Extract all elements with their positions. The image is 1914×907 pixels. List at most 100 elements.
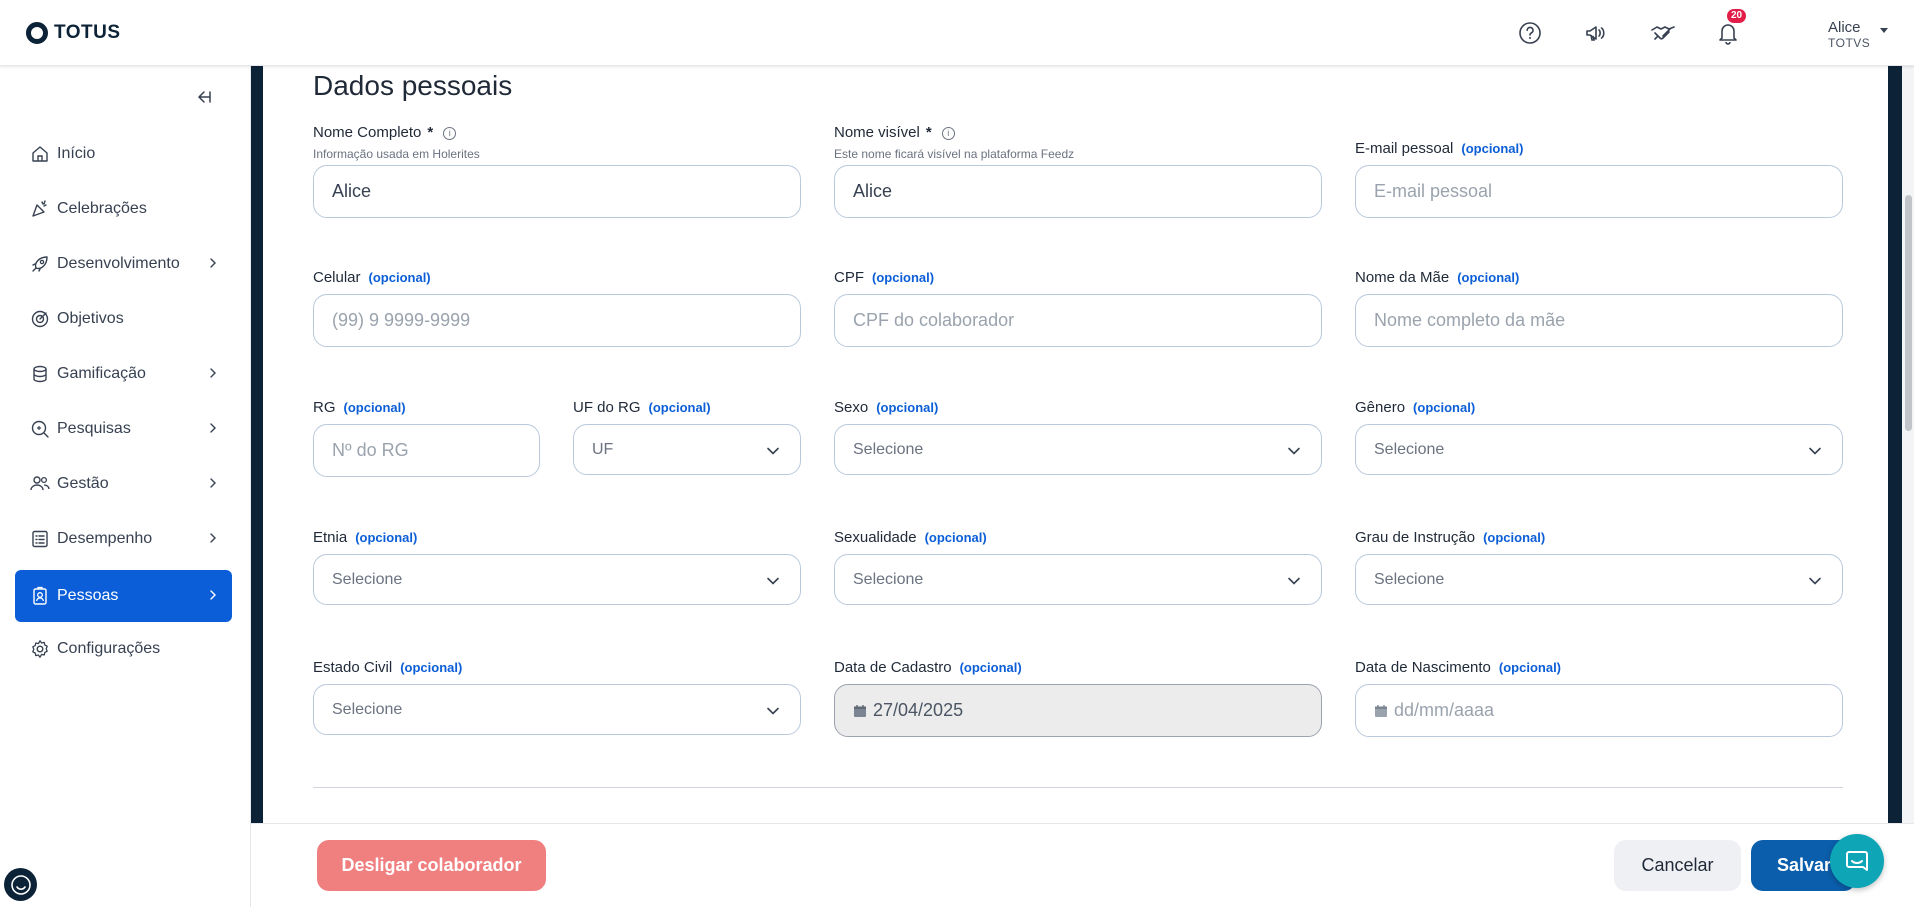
nome-mae-label: Nome da Mãe (opcional) [1355,269,1519,286]
top-bar: TOTUS 20 [0,0,1914,66]
optional-tag: (opcional) [959,660,1022,675]
help-chat-icon[interactable] [4,868,37,901]
cancel-button[interactable]: Cancelar [1614,840,1741,891]
chevron-right-icon [206,588,220,602]
nome-completo-hint: Informação usada em Holerites [313,147,480,161]
uf-rg-label: UF do RG (opcional) [573,399,711,416]
calendar-icon [1374,704,1388,718]
desligar-colaborador-button[interactable]: Desligar colaborador [317,840,546,891]
data-nascimento-input[interactable]: dd/mm/aaaa [1355,684,1843,737]
data-cadastro-label: Data de Cadastro (opcional) [834,659,1022,676]
user-name[interactable]: Alice [1828,19,1861,36]
optional-tag: (opcional) [368,270,431,285]
input-value: 27/04/2025 [873,700,964,720]
email-input[interactable]: E-mail pessoal [1355,165,1843,218]
help-icon[interactable] [1515,18,1545,48]
sidebar-item-configuracoes[interactable]: Configurações [15,623,232,675]
chevron-down-icon [1808,444,1822,458]
sidebar-item-pessoas[interactable]: Pessoas [15,570,232,622]
genero-select[interactable]: Selecione [1355,424,1843,475]
handshake-icon[interactable] [1648,18,1678,48]
chevron-right-icon [206,421,220,435]
calendar-icon [853,704,867,718]
etnia-select[interactable]: Selecione [313,554,801,605]
scrollbar-thumb[interactable] [1905,195,1912,431]
badge-icon [29,585,51,607]
input-value: Alice [332,181,372,201]
megaphone-icon[interactable] [1581,18,1611,48]
sidebar-item-label: Desenvolvimento [57,255,180,272]
nome-mae-input[interactable]: Nome completo da mãe [1355,294,1843,347]
sidebar-item-gamificacao[interactable]: Gamificação [15,348,232,400]
uf-rg-select[interactable]: UF [573,424,801,475]
chevron-down-icon [766,444,780,458]
home-icon [29,143,51,165]
label-text: Nome da Mãe [1355,269,1450,286]
input-placeholder: (99) 9 9999-9999 [332,310,471,330]
logo-text: TOTUS [54,22,121,43]
label-text: Sexo [834,399,869,416]
chat-icon[interactable] [1830,834,1884,888]
sidebar-item-inicio[interactable]: Início [15,128,232,180]
nome-visivel-input[interactable]: Alice [834,165,1322,218]
nome-completo-input[interactable]: Alice [313,165,801,218]
rg-label: RG (opcional) [313,399,406,416]
select-value: Selecione [332,570,403,588]
input-value: Alice [853,181,893,201]
logo-icon [26,22,48,44]
section-divider [313,787,1843,788]
logo[interactable]: TOTUS [26,20,121,46]
estado-civil-select[interactable]: Selecione [313,684,801,735]
grau-instrucao-select[interactable]: Selecione [1355,554,1843,605]
celular-input[interactable]: (99) 9 9999-9999 [313,294,801,347]
rg-input[interactable]: Nº do RG [313,424,540,477]
label-text: Sexualidade [834,529,917,546]
input-placeholder: E-mail pessoal [1374,181,1493,201]
optional-tag: (opcional) [355,530,418,545]
info-icon[interactable]: i [941,127,955,140]
notification-badge: 20 [1727,9,1747,23]
sexo-select[interactable]: Selecione [834,424,1322,475]
required-mark: * [427,124,434,141]
select-value: Selecione [853,440,924,458]
chevron-down-icon [766,704,780,718]
page-title: Dados pessoais [313,70,513,101]
bell-icon[interactable]: 20 [1713,9,1747,48]
input-placeholder: Nome completo da mãe [1374,310,1566,330]
sidebar-item-label: Início [57,145,96,162]
optional-tag: (opcional) [1483,530,1546,545]
user-menu-caret-icon[interactable] [1880,28,1888,33]
grau-instrucao-label: Grau de Instrução (opcional) [1355,529,1545,546]
input-placeholder: dd/mm/aaaa [1394,700,1495,720]
chevron-right-icon [206,366,220,380]
label-text: Data de Nascimento [1355,659,1491,676]
sidebar-item-objetivos[interactable]: Objetivos [15,293,232,345]
label-text: Gênero [1355,399,1406,416]
sidebar-item-label: Gamificação [57,365,146,382]
optional-tag: (opcional) [343,400,406,415]
cpf-input[interactable]: CPF do colaborador [834,294,1322,347]
label-text: UF do RG [573,399,641,416]
sidebar-item-desempenho[interactable]: Desempenho [15,513,232,565]
sidebar-item-celebracoes[interactable]: Celebrações [15,183,232,235]
collapse-sidebar-icon[interactable] [195,88,215,108]
nome-completo-label: Nome Completo * i [313,124,457,141]
label-text: Nome Completo [313,124,422,141]
sexualidade-select[interactable]: Selecione [834,554,1322,605]
scrollbar-track[interactable] [1902,66,1914,823]
optional-tag: (opcional) [876,400,939,415]
sidebar-item-gestao[interactable]: Gestão [15,458,232,510]
data-cadastro-input: 27/04/2025 [834,684,1322,737]
people-icon [29,473,51,495]
chevron-right-icon [206,256,220,270]
sidebar-item-pesquisas[interactable]: Pesquisas [15,403,232,455]
optional-tag: (opcional) [1413,400,1476,415]
search-icon [29,418,51,440]
party-icon [29,198,51,220]
sidebar-item-label: Objetivos [57,310,124,327]
info-icon[interactable]: i [443,127,457,140]
sidebar-item-desenvolvimento[interactable]: Desenvolvimento [15,238,232,290]
label-text: Etnia [313,529,348,546]
celular-label: Celular (opcional) [313,269,431,286]
rocket-icon [29,253,51,275]
